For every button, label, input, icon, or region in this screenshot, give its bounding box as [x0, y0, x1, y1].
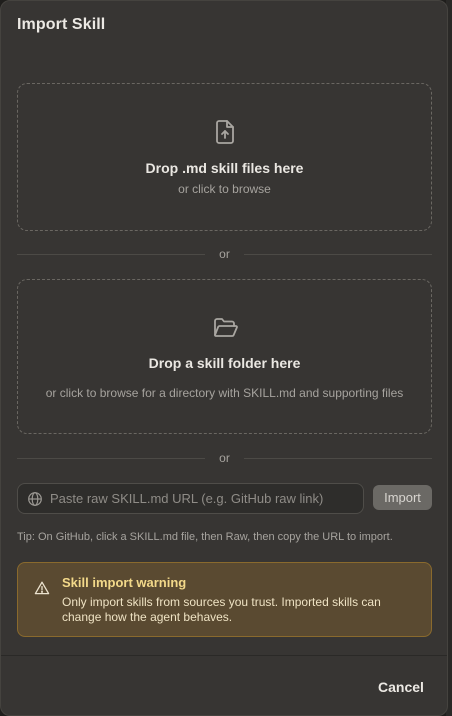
- file-drop-subtitle: or click to browse: [178, 182, 271, 196]
- url-input-container: [17, 483, 364, 514]
- warning-triangle-icon: [34, 581, 50, 595]
- file-drop-title: Drop .md skill files here: [145, 160, 304, 176]
- import-skill-dialog: Import Skill Drop .md skill files here o…: [0, 0, 448, 716]
- dialog-title: Import Skill: [17, 16, 106, 33]
- cancel-button[interactable]: Cancel: [367, 672, 435, 702]
- folder-open-icon: [213, 318, 238, 337]
- footer-divider: [1, 655, 447, 656]
- skill-url-input[interactable]: [50, 484, 355, 513]
- import-button[interactable]: Import: [373, 485, 432, 510]
- skill-import-warning: Skill import warning Only import skills …: [17, 562, 432, 637]
- folder-drop-subtitle: or click to browse for a directory with …: [45, 386, 404, 400]
- folder-drop-title: Drop a skill folder here: [148, 355, 301, 371]
- warning-body: Only import skills from sources you trus…: [62, 595, 381, 624]
- file-drop-zone[interactable]: Drop .md skill files here or click to br…: [17, 83, 432, 231]
- folder-drop-zone[interactable]: Drop a skill folder here or click to bro…: [17, 279, 432, 434]
- globe-icon: [28, 492, 42, 506]
- or-divider: or: [17, 450, 432, 466]
- url-import-row: Import: [17, 483, 432, 515]
- tip-text: Tip: On GitHub, click a SKILL.md file, t…: [17, 531, 393, 543]
- warning-title: Skill import warning: [62, 575, 187, 590]
- file-upload-icon: [215, 120, 234, 144]
- or-divider: or: [17, 246, 432, 262]
